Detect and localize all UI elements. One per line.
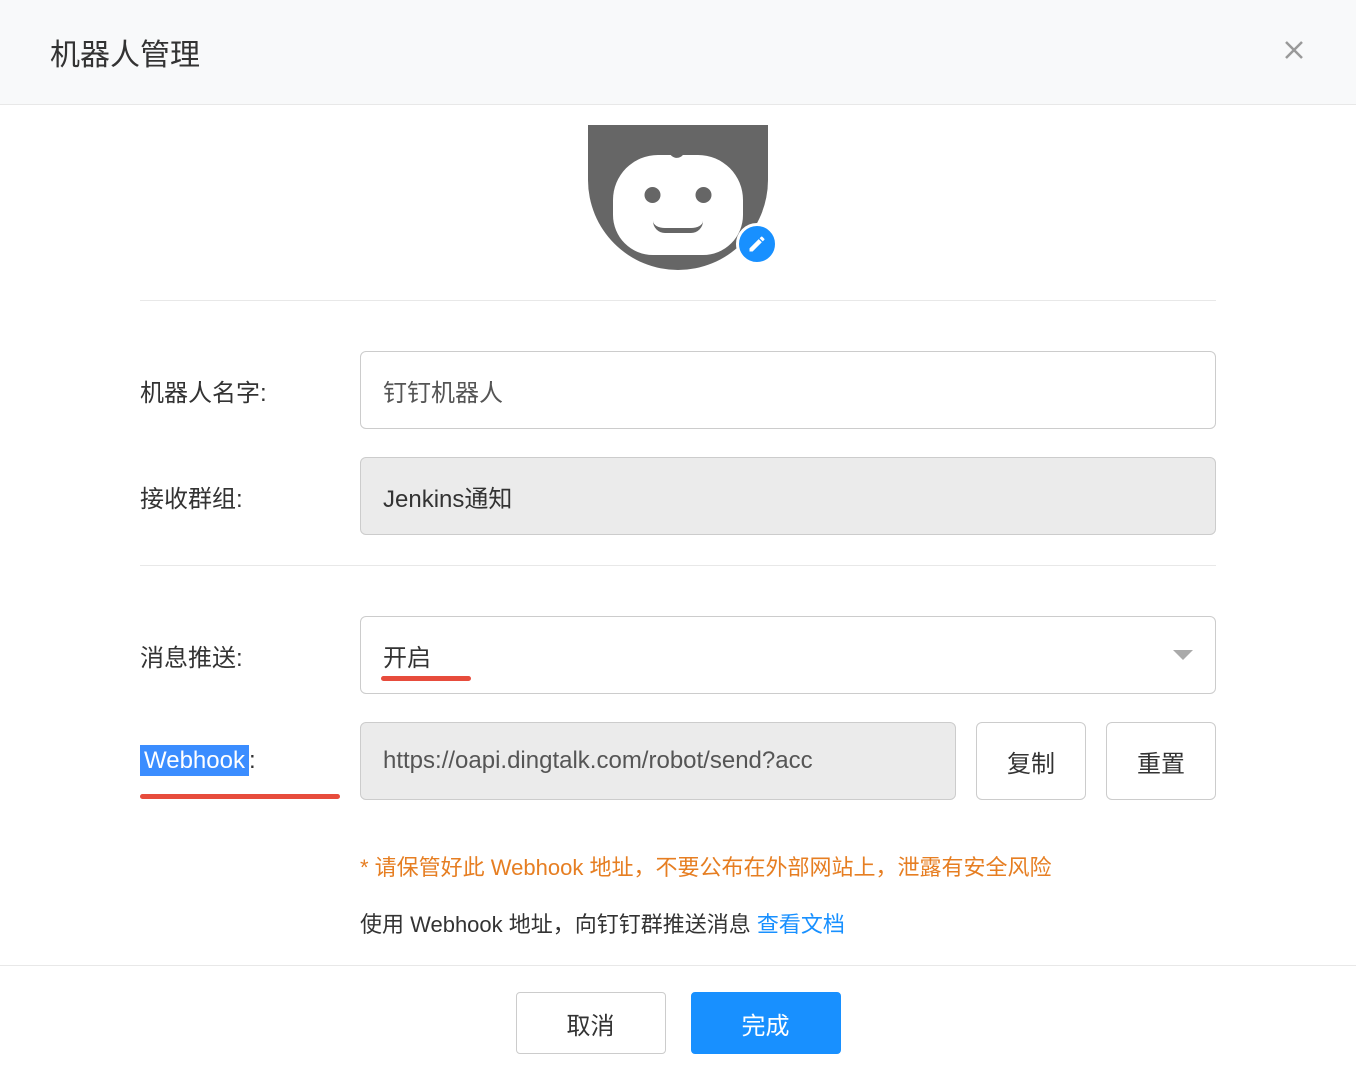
- hints: * 请保管好此 Webhook 地址，不要公布在外部网站上，泄露有安全风险 使用…: [360, 850, 1216, 939]
- chevron-down-icon: [1173, 650, 1193, 660]
- robot-name-row: 机器人名字:: [140, 351, 1216, 429]
- reset-button[interactable]: 重置: [1106, 722, 1216, 800]
- cancel-button[interactable]: 取消: [516, 992, 666, 1054]
- submit-button[interactable]: 完成: [691, 992, 841, 1054]
- robot-name-input[interactable]: [360, 351, 1216, 429]
- push-label: 消息推送:: [140, 638, 340, 673]
- push-row: 消息推送: 开启: [140, 616, 1216, 694]
- doc-link[interactable]: 查看文档: [757, 912, 845, 937]
- robot-manage-modal: 机器人管理 机器人名字: 接收群组:: [0, 0, 1356, 1080]
- modal-footer: 取消 完成: [0, 965, 1356, 1080]
- close-icon[interactable]: [1282, 38, 1306, 67]
- group-row: 接收群组:: [140, 457, 1216, 535]
- webhook-warning-text: * 请保管好此 Webhook 地址，不要公布在外部网站上，泄露有安全风险: [360, 850, 1216, 882]
- push-select[interactable]: 开启: [360, 616, 1216, 694]
- modal-header: 机器人管理: [0, 0, 1356, 105]
- webhook-input[interactable]: [360, 722, 956, 800]
- divider: [140, 300, 1216, 301]
- webhook-label: Webhook:: [140, 747, 340, 775]
- edit-avatar-button[interactable]: [736, 223, 778, 265]
- copy-button[interactable]: 复制: [976, 722, 1086, 800]
- modal-title: 机器人管理: [50, 30, 200, 74]
- group-label: 接收群组:: [140, 479, 340, 514]
- divider: [140, 565, 1216, 566]
- push-select-value: 开启: [383, 638, 431, 673]
- robot-name-label: 机器人名字:: [140, 373, 340, 408]
- webhook-row: Webhook: 复制 重置: [140, 722, 1216, 800]
- webhook-info-text: 使用 Webhook 地址，向钉钉群推送消息 查看文档: [360, 907, 1216, 939]
- pencil-icon: [747, 234, 767, 254]
- modal-content: 机器人名字: 接收群组: 消息推送: 开启 Webhook: 复制 重置: [0, 105, 1356, 979]
- group-input: [360, 457, 1216, 535]
- webhook-label-highlight: Webhook: [140, 745, 249, 776]
- avatar-section: [140, 125, 1216, 270]
